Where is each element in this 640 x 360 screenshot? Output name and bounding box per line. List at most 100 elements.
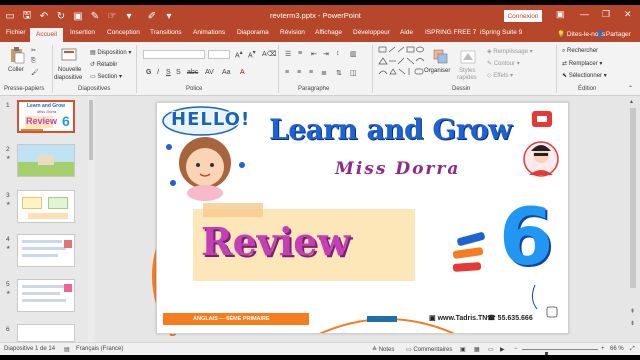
font-color-icon[interactable]: A xyxy=(240,69,245,76)
collapse-ribbon-icon[interactable]: ⌃ xyxy=(628,85,633,92)
scrollbar-thumb[interactable] xyxy=(630,108,636,288)
quick-styles-icon[interactable] xyxy=(459,48,477,66)
present-icon[interactable]: ▣ xyxy=(72,10,84,22)
copy-icon[interactable]: ⎘ xyxy=(31,58,36,65)
zoom-level[interactable]: 66 % xyxy=(610,346,624,352)
normal-view-icon[interactable]: ▣ xyxy=(460,346,466,353)
spacing-icon[interactable]: AV xyxy=(205,69,214,76)
editor-scrollbar[interactable]: ▴ ⇞ ⇟ xyxy=(628,96,638,342)
tab-fichier[interactable]: Fichier xyxy=(6,29,26,36)
paste-label[interactable]: Coller xyxy=(8,67,24,73)
justify-icon[interactable]: ≣ xyxy=(321,69,327,77)
align-center-icon[interactable]: ≡ xyxy=(297,69,301,76)
font-name-box[interactable] xyxy=(143,50,205,59)
grow-font-icon[interactable]: A▴ xyxy=(235,50,243,59)
thumbnail-slide-2[interactable] xyxy=(17,144,75,177)
ribbon-display-icon[interactable]: ▣ xyxy=(556,9,565,20)
comments-button[interactable]: ▭ Commentaires xyxy=(406,346,452,353)
signin-button[interactable]: Connexion xyxy=(504,10,542,22)
tab-animations[interactable]: Animations xyxy=(193,29,225,36)
restore-icon[interactable]: ❐ xyxy=(602,9,610,20)
new-slide-label-2[interactable]: diapositive xyxy=(54,75,82,81)
thumbnail-slide-3[interactable] xyxy=(17,190,75,223)
numbering-icon[interactable]: ≡ xyxy=(298,50,302,57)
shadow-icon[interactable]: S xyxy=(176,69,181,76)
tab-aide[interactable]: Aide xyxy=(400,29,413,36)
smartart-icon[interactable]: ◫ xyxy=(350,69,357,77)
autosave-icon[interactable]: ▭ xyxy=(4,10,16,22)
italic-icon[interactable]: I xyxy=(157,69,159,76)
align-right-icon[interactable]: ≡ xyxy=(309,69,313,76)
thumbnail-slide-1[interactable]: Learn and Grow Miss Dorra Review 6 xyxy=(17,100,75,133)
tab-affichage[interactable]: Affichage xyxy=(315,29,342,36)
close-icon[interactable]: ✕ xyxy=(624,9,632,20)
paste-icon[interactable] xyxy=(8,46,26,64)
spellcheck-icon[interactable]: ▤ xyxy=(64,346,70,353)
tab-insertion[interactable]: Insertion xyxy=(70,29,95,36)
tab-diaporama[interactable]: Diaporama xyxy=(237,29,269,36)
tab-developpeur[interactable]: Développeur xyxy=(353,29,390,36)
shape-effects-button[interactable]: ◇ Effets ▾ xyxy=(487,72,513,79)
tab-ispring-free[interactable]: ISPRING FREE 7 xyxy=(425,29,476,36)
scrollbar-thumb[interactable] xyxy=(89,100,93,160)
clear-format-icon[interactable]: A⌫ xyxy=(262,50,277,58)
line-spacing-icon[interactable]: ↕ xyxy=(336,50,340,57)
shape-outline-button[interactable]: ✎ Contour ▾ xyxy=(487,60,520,67)
section-button[interactable]: ▭ Section ▾ xyxy=(90,73,122,80)
arrange-icon[interactable] xyxy=(432,48,450,66)
thumbnail-slide-4[interactable] xyxy=(17,234,75,267)
scroll-up-icon[interactable]: ▴ xyxy=(630,98,633,105)
customize-qat-icon[interactable]: ▾ xyxy=(123,10,135,22)
arrange-label[interactable]: Organiser xyxy=(424,68,450,74)
thumbnail-slide-5[interactable] xyxy=(17,279,75,312)
reset-button[interactable]: ↺ Rétablir xyxy=(90,61,117,68)
undo-icon[interactable]: ↶ xyxy=(38,10,50,22)
reading-view-icon[interactable]: ▭ xyxy=(488,346,494,353)
shrink-font-icon[interactable]: A▾ xyxy=(248,50,256,59)
text-direction-icon[interactable]: ⇅ xyxy=(336,69,342,77)
case-icon[interactable]: Aa xyxy=(222,69,231,76)
language-indicator[interactable]: Français (France) xyxy=(76,346,123,352)
quick-styles-label-2[interactable]: rapides xyxy=(457,75,477,81)
replace-button[interactable]: ⇄ Remplacer ▾ xyxy=(562,60,602,67)
thumbnail-slide-6[interactable] xyxy=(17,324,75,342)
tab-ispring-suite[interactable]: iSpring Suite 9 xyxy=(480,29,522,36)
zoom-out-icon[interactable]: − xyxy=(514,346,518,352)
strikethrough-icon[interactable]: abc xyxy=(187,69,198,76)
shape-fill-button[interactable]: ◈ Remplissage ▾ xyxy=(487,48,533,55)
find-button[interactable]: ⌕ Rechercher xyxy=(562,48,598,55)
decrease-indent-icon[interactable]: ⇤ xyxy=(311,50,317,58)
shapes-gallery[interactable] xyxy=(378,46,428,78)
font-size-box[interactable] xyxy=(208,50,230,59)
zoom-in-icon[interactable]: + xyxy=(601,346,605,352)
pen-icon[interactable]: ✎ xyxy=(89,10,101,22)
current-slide[interactable]: HELLO! Learn and Grow Miss Dorra Review … xyxy=(156,102,569,334)
zoom-slider[interactable] xyxy=(522,349,598,355)
zoom-slider-thumb[interactable] xyxy=(544,352,548,355)
increase-indent-icon[interactable]: ⇥ xyxy=(323,50,329,58)
minimize-icon[interactable]: — xyxy=(580,9,589,19)
more-icon[interactable]: ▾ xyxy=(163,10,175,22)
slide-sorter-icon[interactable]: ▦ xyxy=(474,346,480,353)
prev-slide-icon[interactable]: ⇞ xyxy=(630,308,635,315)
slideshow-icon[interactable]: ▶ xyxy=(500,346,505,353)
cut-icon[interactable]: ✂ xyxy=(31,47,36,54)
touch-mode-icon[interactable]: ☞ xyxy=(106,10,118,22)
new-slide-label-1[interactable]: Nouvelle xyxy=(58,67,81,73)
quick-styles-label-1[interactable]: Styles xyxy=(459,68,475,74)
save-icon[interactable]: 🖫 xyxy=(21,10,33,22)
fit-slide-icon[interactable]: ⤢ xyxy=(630,346,635,353)
select-button[interactable]: ⬉ Sélectionner ▾ xyxy=(562,72,607,79)
layout-button[interactable]: ▤ Disposition ▾ xyxy=(90,49,131,56)
next-slide-icon[interactable]: ⇟ xyxy=(630,320,635,327)
draw-icon[interactable]: ✐ xyxy=(146,10,158,22)
tab-accueil[interactable]: Accueil xyxy=(30,28,63,42)
tab-revision[interactable]: Révision xyxy=(280,29,305,36)
underline-icon[interactable]: S xyxy=(166,69,171,76)
tab-transitions[interactable]: Transitions xyxy=(150,29,182,36)
notes-button[interactable]: ≙ Notes xyxy=(372,346,394,353)
bold-icon[interactable]: G xyxy=(146,69,151,76)
redo-icon[interactable]: ↻ xyxy=(55,10,67,22)
new-slide-icon[interactable] xyxy=(60,46,78,64)
format-painter-icon[interactable]: 🖌 xyxy=(31,69,39,76)
